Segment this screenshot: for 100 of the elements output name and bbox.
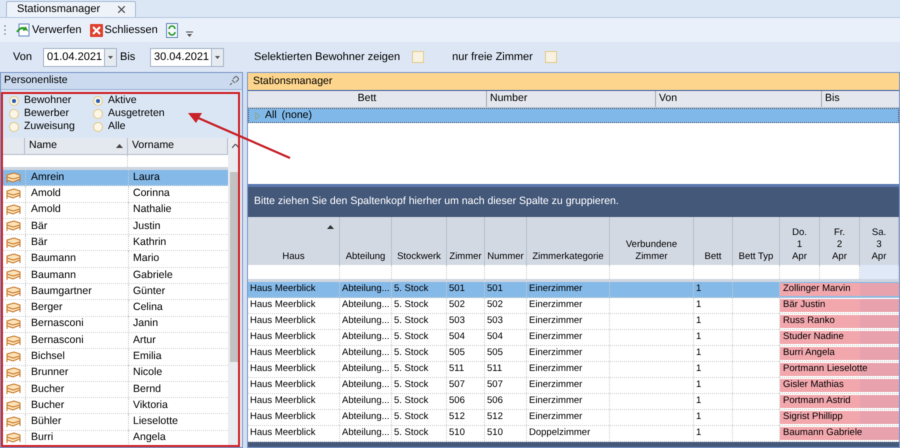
bed-icon (6, 204, 20, 216)
close-icon[interactable] (118, 6, 126, 13)
radio-option[interactable]: Zuweisung (9, 120, 93, 133)
table-cell: Haus Meerblick (248, 314, 340, 329)
table-row[interactable]: Haus Meerblick Abteilung... 5. Stock 502 502 Einerzimmer 1 Bär Justin (248, 298, 899, 314)
table-cell: Einerzimmer (527, 298, 610, 313)
table-cell: 1 (694, 282, 733, 297)
list-row[interactable]: Amrein Laura (1, 170, 228, 186)
table-row[interactable]: Haus Meerblick Abteilung... 5. Stock 504 504 Einerzimmer 1 Studer Nadine (248, 330, 899, 346)
overflow-icon[interactable] (186, 31, 193, 37)
column-header[interactable]: Number (486, 91, 655, 107)
table-cell: 502 (485, 298, 527, 313)
list-row[interactable]: Bernasconi Janin (1, 316, 228, 333)
radio-option[interactable]: Bewerber (9, 107, 93, 120)
sort-ascending-icon (327, 225, 334, 229)
table-cell: 1 (694, 298, 733, 313)
toolbar-button[interactable]: Schliessen (88, 20, 160, 40)
dropdown-arrow-icon[interactable] (211, 48, 223, 66)
filter-field[interactable] (860, 265, 899, 279)
table-cell: Einerzimmer (527, 314, 610, 329)
table-cell: 1 (694, 346, 733, 361)
list-row[interactable]: Bär Justin (1, 218, 228, 236)
table-cell: 503 (485, 314, 527, 329)
list-row[interactable]: Baumann Mario (1, 251, 228, 268)
table-cell: Amrein (25, 170, 128, 186)
list-row[interactable]: Amold Nathalie (1, 202, 228, 219)
table-row[interactable]: Haus Meerblick Abteilung... 5. Stock 503 503 Einerzimmer 1 Russ Ranko (248, 314, 899, 330)
list-row[interactable]: Bernasconi Artur (1, 332, 228, 350)
table-cell: Einerzimmer (527, 282, 610, 297)
table-cell: Abteilung... (340, 378, 392, 393)
radio-option[interactable]: Bewohner (9, 94, 93, 107)
table-cell: 507 (447, 378, 485, 393)
table-cell: Bucher (25, 382, 128, 398)
table-row[interactable]: Haus Meerblick Abteilung... 5. Stock 512 512 Einerzimmer 1 Sigrist Phillipp (248, 410, 899, 426)
column-header[interactable]: Von (655, 91, 821, 107)
table-cell: Haus Meerblick (248, 346, 340, 361)
table-row[interactable]: Haus Meerblick Abteilung... 5. Stock 511 511 Einerzimmer 1 Portmann Lieselotte (248, 362, 899, 378)
table-cell: Haus Meerblick (248, 282, 340, 297)
list-row[interactable]: Brunner Nicole (1, 366, 228, 382)
list-row[interactable]: Baumann Gabriele (1, 268, 228, 284)
document-tab[interactable]: Stationsmanager (6, 1, 136, 17)
occupancy-bar: Sigrist Phillipp (780, 411, 899, 424)
table-cell: Baumann (25, 251, 128, 267)
radio-option[interactable]: Ausgetreten (93, 107, 193, 120)
table-cell: 5. Stock (392, 426, 447, 441)
group-row[interactable]: All (none) (248, 108, 899, 123)
bed-icon (6, 400, 20, 412)
bed-icon (6, 253, 20, 266)
panel-title: Personenliste (4, 73, 68, 88)
occupancy-bar: Gisler Mathias (780, 379, 899, 392)
group-hint-text: Bitte ziehen Sie den Spaltenkopf hierher um nach dieser Spalte zu gruppieren. (253, 194, 620, 210)
date-field[interactable]: 01.04.2021 (43, 48, 117, 66)
table-cell: Abteilung... (340, 426, 392, 441)
radio-option[interactable]: Alle (93, 120, 193, 133)
bed-icon (6, 416, 20, 428)
list-row[interactable]: Bär Kathrin (1, 235, 228, 252)
bed-icon (6, 432, 20, 444)
list-row[interactable]: Bucher Bernd (1, 382, 228, 398)
table-cell: 5. Stock (392, 282, 447, 297)
table-row[interactable]: Haus Meerblick Abteilung... 5. Stock 506 506 Einerzimmer 1 Portmann Astrid (248, 394, 899, 410)
table-cell: Abteilung... (340, 410, 392, 425)
date-field[interactable]: 30.04.2021 (150, 48, 224, 66)
column-header[interactable]: Bis (821, 91, 899, 107)
table-cell: Abteilung... (340, 346, 392, 361)
table-row[interactable]: Haus Meerblick Abteilung... 5. Stock 507 507 Einerzimmer 1 Gisler Mathias (248, 378, 899, 394)
expand-icon[interactable] (255, 112, 260, 120)
occupancy-bar: Portmann Lieselotte (780, 363, 899, 376)
occupancy-bar: Portmann Astrid (780, 395, 899, 408)
column-header[interactable]: Bett (248, 91, 486, 107)
pin-icon[interactable] (229, 76, 239, 86)
checkbox[interactable] (412, 51, 424, 63)
table-cell: Einerzimmer (527, 394, 610, 409)
toolbar-button[interactable]: Verwerfen (14, 20, 84, 40)
table-cell: Baumann (25, 268, 128, 284)
bed-icon (6, 220, 20, 232)
list-row[interactable]: Bichsel Emilia (1, 349, 228, 366)
table-cell: 504 (447, 330, 485, 345)
dropdown-arrow-icon[interactable] (104, 48, 116, 66)
table-cell: Einerzimmer (527, 346, 610, 361)
checkbox[interactable] (544, 51, 557, 63)
list-row[interactable]: Berger Celina (1, 300, 228, 317)
table-cell: Haus Meerblick (248, 410, 340, 425)
table-cell: Bichsel (25, 349, 128, 365)
table-cell: 510 (485, 426, 527, 441)
table-cell: Bühler (25, 414, 128, 430)
table-cell: 511 (485, 362, 527, 377)
table-row[interactable]: Haus Meerblick Abteilung... 5. Stock 505 505 Einerzimmer 1 Burri Angela (248, 346, 899, 362)
table-cell: 501 (447, 282, 485, 297)
table-cell: 1 (694, 426, 733, 441)
scroll-up-icon[interactable] (232, 144, 238, 148)
list-row[interactable]: Amold Corinna (1, 186, 228, 203)
list-row[interactable]: Baumgartner Günter (1, 284, 228, 300)
list-row[interactable]: Bühler Lieselotte (1, 414, 228, 431)
table-cell: Amold (25, 186, 128, 202)
refresh-button[interactable] (164, 20, 180, 40)
table-row[interactable]: Haus Meerblick Abteilung... 5. Stock 510 510 Doppelzimmer 1 Baumann Gabriele (248, 426, 899, 442)
table-row[interactable]: Haus Meerblick Abteilung... 5. Stock 501 501 Einerzimmer 1 Zollinger Marvin (248, 282, 899, 298)
radio-option[interactable]: Aktive (93, 94, 193, 107)
list-row[interactable]: Bucher Viktoria (1, 398, 228, 414)
column-header[interactable]: Name (25, 138, 128, 154)
